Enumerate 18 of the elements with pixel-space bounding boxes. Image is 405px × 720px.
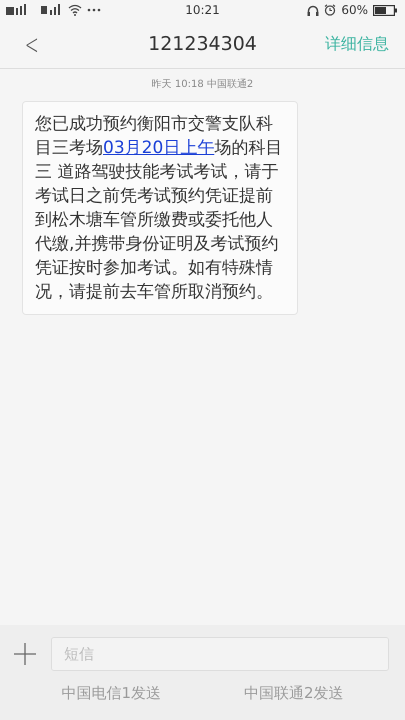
- message-input-field[interactable]: 短信: [51, 637, 389, 671]
- back-button[interactable]: <: [22, 28, 42, 60]
- send-button[interactable]: 中国电信1发送: [55, 683, 168, 704]
- status-time: 10:21: [185, 3, 220, 17]
- headphones-icon: [307, 4, 320, 16]
- signal-icon: [41, 4, 63, 16]
- send-button[interactable]: 中国联通2发送: [238, 683, 350, 704]
- date-link[interactable]: 03月20日上午: [103, 138, 214, 158]
- contact-number: 121234304: [148, 33, 257, 55]
- alarm-icon: [324, 4, 336, 16]
- details-link[interactable]: 详细信息: [325, 34, 389, 54]
- more-icon: [87, 8, 101, 12]
- add-icon[interactable]: [14, 643, 36, 665]
- wifi-icon: [68, 4, 82, 16]
- message-timestamp: 昨天 10:18 中国联通2: [152, 78, 254, 91]
- battery-icon: [373, 4, 397, 16]
- message-text: 您已成功预约衡阳市交警支队科目三考场03月20日上午场的科目三 道路驾驶技能考试考试，请于考试日之前凭考试预约凭证提前到松木塘车管所缴费或委托他人代缴,并携带身份证明及考试预约凭证按时参加考试。如有特殊情况，请提前去车管所取消预约。: [35, 113, 284, 304]
- battery-percent: 60%: [341, 3, 368, 17]
